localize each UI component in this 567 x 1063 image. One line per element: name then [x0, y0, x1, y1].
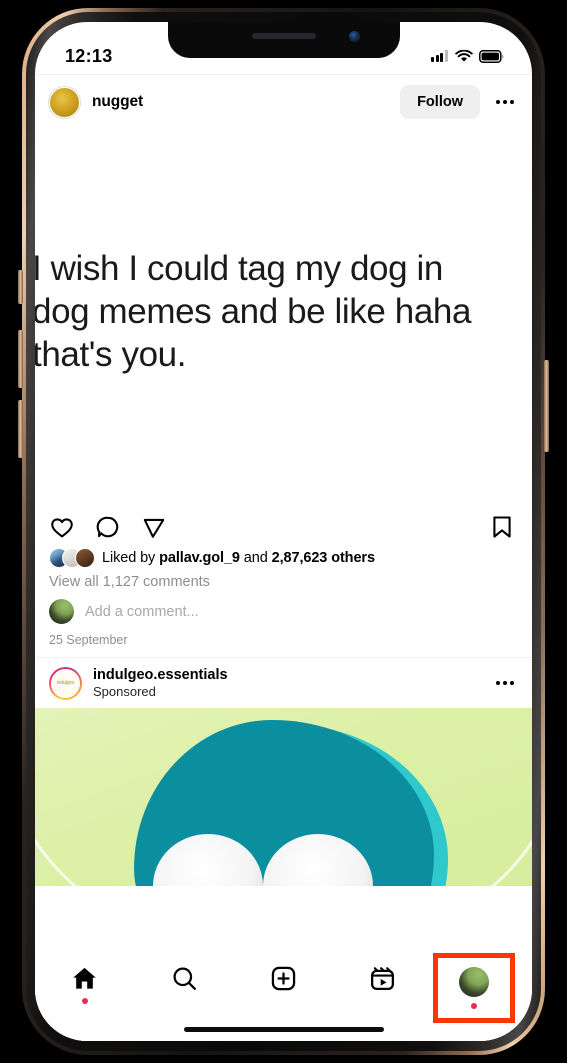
meme-text-line-3: that's you.: [35, 335, 187, 375]
profile-notification-dot: [470, 1003, 477, 1009]
phone-screen: 12:13 nugget Follow I wish I could tag m…: [35, 22, 532, 1041]
likes-row[interactable]: Liked by pallav.gol_9 and 2,87,623 other…: [35, 544, 532, 568]
nav-item-create[interactable]: [234, 965, 333, 1023]
status-time: 12:13: [65, 45, 113, 66]
add-comment-input[interactable]: Add a comment...: [85, 604, 199, 620]
likes-username[interactable]: pallav.gol_9: [159, 550, 240, 566]
cellular-signal-icon: [431, 50, 449, 62]
more-options-icon[interactable]: [492, 89, 518, 115]
speaker-grille-icon: [251, 33, 316, 39]
bookmark-icon[interactable]: [490, 514, 514, 540]
nav-item-home[interactable]: [35, 965, 134, 1023]
post-header: nugget Follow: [35, 75, 532, 129]
post-image[interactable]: I wish I could tag my dog in dog memes a…: [35, 129, 532, 502]
battery-icon: [479, 49, 504, 63]
post-timestamp: 25 September: [49, 633, 128, 647]
sponsored-post-image[interactable]: [35, 708, 532, 886]
post-actions: [35, 502, 532, 544]
nav-item-search[interactable]: [134, 965, 233, 1023]
likes-prefix: Liked by: [102, 550, 160, 566]
reels-clapperboard-icon: [371, 967, 395, 990]
volume-up-button[interactable]: [18, 330, 23, 388]
comment-bubble-icon[interactable]: [95, 514, 121, 540]
more-options-icon[interactable]: [492, 670, 518, 696]
sponsored-names: indulgeo.essentials Sponsored: [93, 666, 228, 700]
nav-item-reels[interactable]: [333, 965, 432, 1023]
sponsored-label: Sponsored: [93, 683, 156, 699]
likes-middle: and: [239, 550, 272, 566]
meme-text-line-2: dog memes and be like haha: [35, 291, 472, 331]
liker-avatars: [49, 548, 95, 568]
post-username[interactable]: nugget: [92, 93, 143, 111]
meme-text-line-1: I wish I could tag my dog in: [35, 248, 443, 288]
share-paper-plane-icon[interactable]: [141, 514, 167, 540]
likes-count[interactable]: 2,87,623 others: [272, 550, 375, 566]
nugget-avatar[interactable]: [49, 86, 80, 118]
volume-down-button[interactable]: [18, 400, 23, 458]
sponsored-post-header: indulgeo indulgeo.essentials Sponsored: [35, 658, 532, 708]
sponsored-username[interactable]: indulgeo.essentials: [93, 666, 228, 684]
create-plus-box-icon: [271, 966, 296, 991]
mute-switch[interactable]: [18, 270, 23, 304]
search-magnifier-icon: [173, 967, 196, 990]
follow-button[interactable]: Follow: [400, 85, 480, 119]
home-icon: [73, 967, 96, 989]
profile-tab-highlight-box: [432, 953, 515, 1023]
status-icons: [431, 49, 504, 63]
home-indicator[interactable]: [183, 1027, 384, 1032]
notch: [167, 22, 400, 58]
heart-icon[interactable]: [49, 514, 75, 540]
likes-text: Liked by pallav.gol_9 and 2,87,623 other…: [102, 550, 375, 566]
home-notification-dot: [81, 998, 88, 1004]
add-comment-row[interactable]: Add a comment...: [35, 590, 532, 624]
instagram-feed: nugget Follow I wish I could tag my dog …: [35, 74, 532, 1041]
liker-avatar-3: [75, 548, 95, 568]
wifi-icon: [455, 49, 473, 62]
nav-item-profile[interactable]: [432, 953, 532, 1023]
sponsored-avatar-logo: indulgeo: [51, 668, 80, 698]
current-user-avatar: [49, 599, 74, 624]
view-all-comments-link[interactable]: View all 1,127 comments: [35, 568, 532, 590]
front-camera-icon: [348, 31, 360, 42]
sponsored-avatar[interactable]: indulgeo: [49, 666, 82, 700]
power-button[interactable]: [544, 360, 549, 452]
profile-avatar-icon[interactable]: [458, 967, 489, 997]
